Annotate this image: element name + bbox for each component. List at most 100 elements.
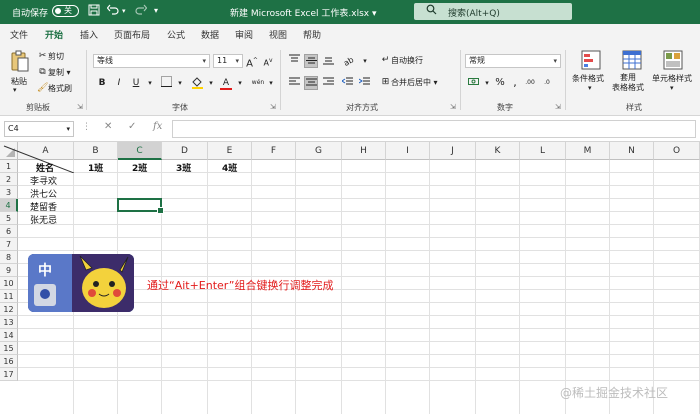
- insert-function-icon[interactable]: fx: [153, 121, 162, 132]
- cell-A2[interactable]: 李寻欢: [30, 174, 57, 187]
- row-header-4[interactable]: 4: [0, 199, 18, 212]
- column-header-L[interactable]: L: [520, 142, 566, 160]
- tab-page-layout[interactable]: 页面布局: [114, 28, 150, 41]
- bold-button[interactable]: B: [95, 76, 109, 90]
- paste-dropdown-icon[interactable]: ▾: [13, 86, 17, 94]
- redo-icon[interactable]: [134, 4, 148, 19]
- row-header-6[interactable]: 6: [0, 225, 18, 238]
- orientation-icon[interactable]: ab: [342, 54, 357, 68]
- save-icon[interactable]: [88, 4, 100, 19]
- cell-A4[interactable]: 楚留香: [30, 200, 57, 213]
- name-box[interactable]: C4 ▾: [4, 121, 74, 137]
- tab-home[interactable]: 开始: [45, 28, 64, 46]
- column-header-E[interactable]: E: [208, 142, 252, 160]
- format-painter-button[interactable]: 🖌格式刷: [37, 83, 72, 94]
- tab-view[interactable]: 视图: [269, 28, 287, 41]
- font-color-dropdown-icon[interactable]: ▾: [233, 76, 247, 90]
- align-center-icon[interactable]: [304, 76, 318, 90]
- number-format-select[interactable]: 常规 ▾: [465, 54, 561, 68]
- align-right-icon[interactable]: [321, 76, 335, 90]
- tab-data[interactable]: 数据: [201, 28, 219, 41]
- orientation-dropdown-icon[interactable]: ▾: [358, 54, 372, 68]
- row-header-15[interactable]: 15: [0, 342, 18, 355]
- row-header-16[interactable]: 16: [0, 355, 18, 368]
- cell-styles-button[interactable]: 单元格样式: [652, 73, 692, 84]
- cell-A5[interactable]: 张无忌: [30, 213, 57, 226]
- conditional-format-button[interactable]: 条件格式: [572, 73, 604, 84]
- decrease-indent-icon[interactable]: [340, 76, 354, 90]
- increase-indent-icon[interactable]: [357, 76, 371, 90]
- row-header-3[interactable]: 3: [0, 186, 18, 199]
- borders-icon[interactable]: [159, 76, 173, 90]
- column-header-H[interactable]: H: [342, 142, 386, 160]
- align-middle-icon[interactable]: [304, 54, 318, 68]
- active-cell-selection[interactable]: [117, 198, 164, 214]
- cell-D1[interactable]: 3班: [176, 161, 191, 174]
- font-launcher-icon[interactable]: ⇲: [270, 103, 276, 111]
- tab-review[interactable]: 审阅: [235, 28, 253, 41]
- column-header-C[interactable]: C: [118, 142, 162, 160]
- column-header-D[interactable]: D: [162, 142, 208, 160]
- increase-decimal-button[interactable]: .00: [523, 76, 537, 90]
- font-name-select[interactable]: 等线 ▾: [93, 54, 210, 68]
- row-header-12[interactable]: 12: [0, 303, 18, 316]
- autosave-toggle[interactable]: 关: [52, 5, 79, 17]
- shrink-font-button[interactable]: Av: [261, 54, 275, 68]
- percent-icon[interactable]: %: [493, 76, 507, 90]
- row-header-7[interactable]: 7: [0, 238, 18, 251]
- currency-icon[interactable]: [466, 76, 480, 90]
- column-header-K[interactable]: K: [476, 142, 520, 160]
- currency-dropdown-icon[interactable]: ▾: [480, 76, 494, 90]
- phonetic-dropdown-icon[interactable]: ▾: [264, 76, 278, 90]
- customize-toolbar-icon[interactable]: ▾: [154, 6, 158, 15]
- cell-C1[interactable]: 2班: [132, 161, 147, 174]
- phonetic-button[interactable]: wén: [251, 76, 265, 90]
- undo-icon[interactable]: [106, 4, 120, 19]
- column-header-J[interactable]: J: [430, 142, 476, 160]
- italic-button[interactable]: I: [112, 76, 126, 90]
- formula-input[interactable]: [172, 120, 696, 138]
- cancel-icon[interactable]: ✕: [104, 121, 112, 132]
- more-options-icon[interactable]: ⋮: [82, 122, 91, 132]
- cell-styles-icon[interactable]: [663, 50, 683, 70]
- wrap-text-button[interactable]: ↵ 自动换行: [380, 55, 423, 66]
- search-box[interactable]: 搜索(Alt+Q): [414, 3, 572, 20]
- cell-styles-dropdown-icon[interactable]: ▾: [670, 84, 674, 92]
- fill-color-dropdown-icon[interactable]: ▾: [204, 76, 218, 90]
- column-header-G[interactable]: G: [296, 142, 342, 160]
- font-size-select[interactable]: 11 ▾: [213, 54, 243, 68]
- borders-dropdown-icon[interactable]: ▾: [173, 76, 187, 90]
- align-top-icon[interactable]: [287, 54, 301, 68]
- decrease-decimal-button[interactable]: .0: [540, 76, 554, 90]
- table-format-button[interactable]: 套用 表格格式: [612, 73, 644, 93]
- underline-dropdown-icon[interactable]: ▾: [143, 76, 157, 90]
- comma-icon[interactable]: ,: [508, 76, 522, 90]
- underline-button[interactable]: U: [129, 76, 143, 90]
- conditional-format-icon[interactable]: [581, 50, 601, 70]
- font-color-button[interactable]: A: [219, 76, 233, 90]
- column-header-I[interactable]: I: [386, 142, 430, 160]
- row-header-17[interactable]: 17: [0, 368, 18, 381]
- column-header-O[interactable]: O: [654, 142, 700, 160]
- tab-file[interactable]: 文件: [10, 28, 28, 41]
- row-header-13[interactable]: 13: [0, 316, 18, 329]
- column-header-N[interactable]: N: [610, 142, 654, 160]
- column-header-M[interactable]: M: [566, 142, 610, 160]
- fill-color-icon[interactable]: [190, 76, 204, 90]
- cell-A3[interactable]: 洪七公: [30, 187, 57, 200]
- row-header-8[interactable]: 8: [0, 251, 18, 264]
- row-header-14[interactable]: 14: [0, 329, 18, 342]
- clipboard-launcher-icon[interactable]: ⇲: [77, 103, 83, 111]
- tab-help[interactable]: 帮助: [303, 28, 321, 41]
- copy-button[interactable]: ⧉ 复制 ▾: [37, 67, 70, 78]
- cell-E1[interactable]: 4班: [222, 161, 237, 174]
- row-header-11[interactable]: 11: [0, 290, 18, 303]
- title-caret-icon[interactable]: ▾: [372, 9, 377, 19]
- column-header-B[interactable]: B: [74, 142, 118, 160]
- tab-insert[interactable]: 插入: [80, 28, 98, 41]
- cell-B1[interactable]: 1班: [88, 161, 103, 174]
- conditional-dropdown-icon[interactable]: ▾: [588, 84, 592, 92]
- paste-icon[interactable]: [10, 50, 30, 72]
- merge-center-button[interactable]: ⊞ 合并后居中 ▾: [380, 77, 438, 88]
- cell-A1[interactable]: 姓名: [36, 161, 54, 174]
